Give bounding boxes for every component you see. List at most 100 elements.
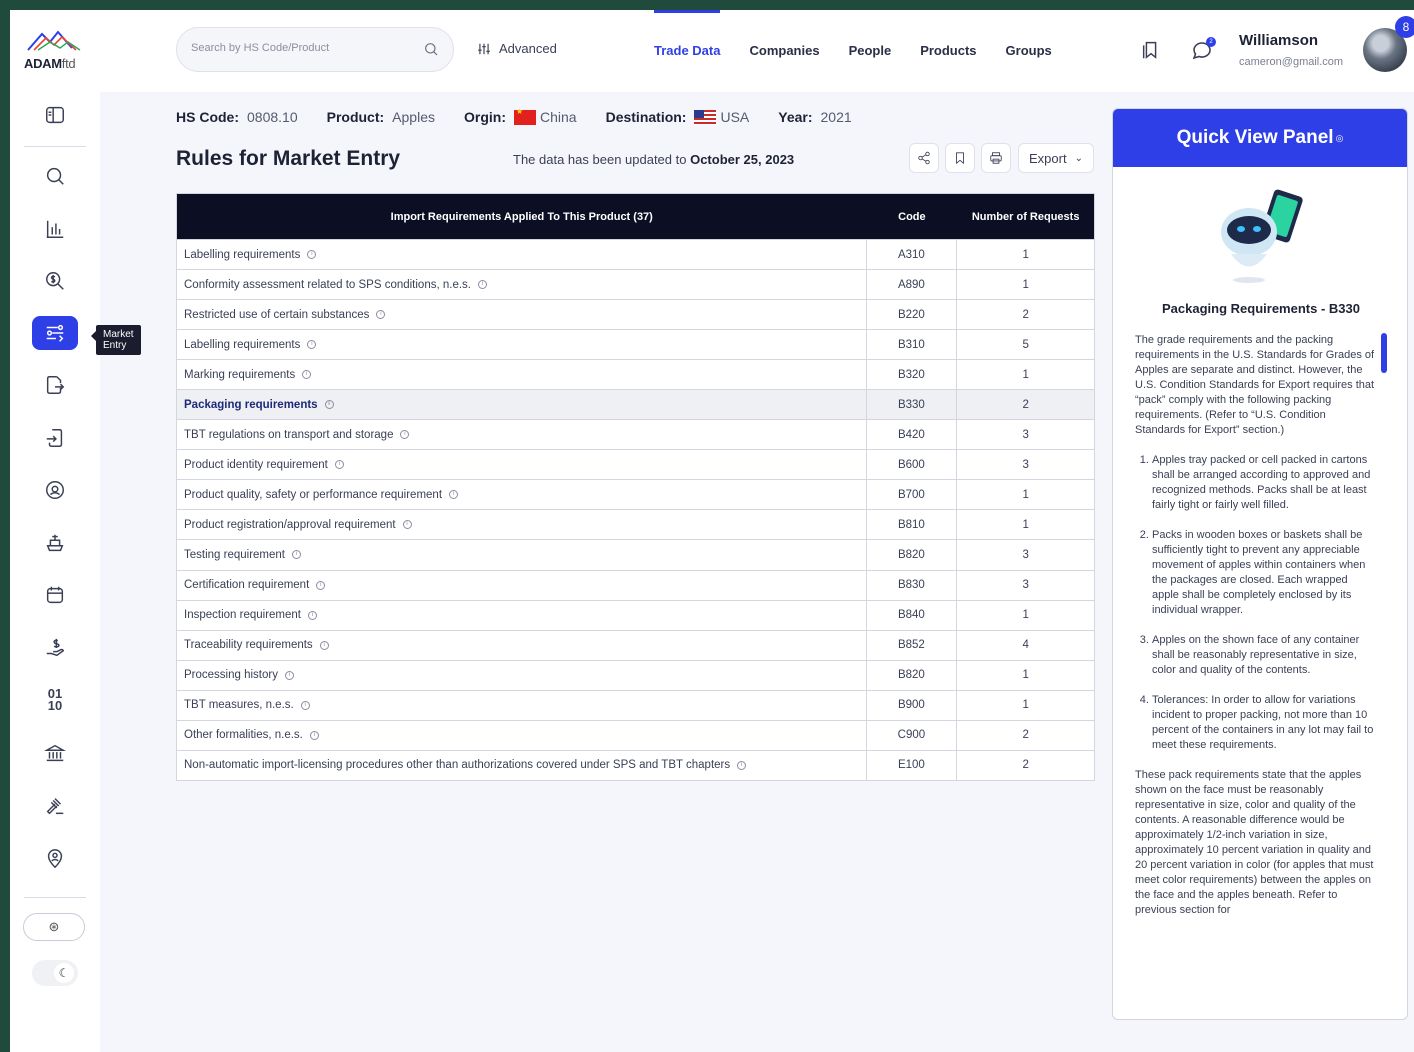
table-row[interactable]: Non-automatic import-licensing procedure… [177, 749, 1094, 780]
share-button[interactable] [909, 143, 939, 173]
nav-groups[interactable]: Groups [1006, 10, 1052, 92]
code-cell: E100 [867, 750, 958, 780]
quick-view-closing: These pack requirements state that the a… [1135, 769, 1374, 916]
info-icon[interactable]: ◎ [1336, 133, 1344, 144]
info-icon[interactable]: i [292, 550, 301, 560]
info-icon[interactable]: i [478, 280, 487, 290]
column-header-requests[interactable]: Number of Requests [957, 194, 1094, 239]
table-row[interactable]: Inspection requirement i B840 1 [177, 599, 1094, 630]
support-button[interactable]: ⊛ [23, 913, 85, 941]
info-icon[interactable]: i [324, 400, 334, 410]
table-body: Labelling requirements i A310 1 Conformity a… [177, 239, 1094, 780]
search-input[interactable] [191, 42, 411, 54]
requirement-name: TBT measures, n.e.s. [184, 699, 294, 712]
info-icon[interactable]: i [284, 670, 294, 680]
nav-trade-data[interactable]: Trade Data [654, 10, 721, 92]
table-row[interactable]: TBT measures, n.e.s. i B900 1 [177, 689, 1094, 720]
updated-date: October 25, 2023 [690, 152, 795, 167]
table-row[interactable]: Testing requirement i B820 3 [177, 539, 1094, 570]
info-icon[interactable]: i [400, 430, 410, 440]
info-icon[interactable]: i [307, 250, 317, 260]
search-icon[interactable] [32, 159, 78, 193]
logo[interactable]: ADAMftd [24, 28, 86, 72]
import-doc-icon[interactable] [32, 421, 78, 455]
nav-people[interactable]: People [849, 10, 892, 92]
requirement-name: Packaging requirements [184, 398, 318, 411]
market-entry-tooltip: Market Entry [91, 325, 141, 355]
column-header-requirement[interactable]: Import Requirements Applied To This Prod… [177, 194, 867, 239]
table-row[interactable]: Other formalities, n.e.s. i C900 2 [177, 719, 1094, 750]
quick-view-title: Quick View Panel [1176, 127, 1334, 148]
info-icon[interactable]: i [300, 700, 310, 710]
table-row[interactable]: Product registration/approval requiremen… [177, 509, 1094, 540]
code-cell: B852 [867, 630, 958, 660]
requirement-name: Testing requirement [184, 548, 285, 561]
top-header: Advanced Trade Data Companies People Pro… [100, 10, 1414, 92]
requirement-cell: Inspection requirement i [177, 600, 867, 630]
nav-companies[interactable]: Companies [749, 10, 819, 92]
table-row[interactable]: Conformity assessment related to SPS con… [177, 269, 1094, 300]
binary-icon[interactable]: 01 10 [32, 683, 78, 717]
info-icon[interactable]: i [307, 610, 317, 620]
advanced-filter-button[interactable]: Advanced [477, 41, 557, 56]
search-icon[interactable] [423, 41, 439, 57]
table-row[interactable]: Restricted use of certain substances i B22… [177, 299, 1094, 330]
bank-icon[interactable] [32, 736, 78, 770]
dollar-search-icon[interactable] [32, 264, 78, 298]
person-location-icon[interactable] [32, 842, 78, 876]
info-icon[interactable]: i [376, 310, 386, 320]
code-cell: B820 [867, 540, 958, 570]
print-button[interactable] [981, 143, 1011, 173]
column-header-code[interactable]: Code [867, 194, 958, 239]
code-cell: C900 [867, 720, 958, 750]
info-icon[interactable]: i [402, 520, 412, 530]
user-name[interactable]: Williamson [1239, 32, 1318, 49]
code-cell: B320 [867, 360, 958, 390]
info-icon[interactable]: i [737, 760, 747, 770]
bookmarks-icon[interactable] [1140, 38, 1162, 62]
table-row[interactable]: Packaging requirements i B330 2 [177, 389, 1094, 420]
location-icon[interactable] [32, 473, 78, 507]
sidebar-panel-icon[interactable] [32, 98, 78, 132]
table-row[interactable]: Traceability requirements i B852 4 [177, 629, 1094, 660]
info-icon[interactable]: i [319, 640, 329, 650]
hand-dollar-icon[interactable] [32, 631, 78, 665]
requests-cell: 5 [1022, 338, 1029, 351]
list-item: Packs in wooden boxes or baskets shall b… [1152, 528, 1375, 618]
table-row[interactable]: TBT regulations on transport and storage… [177, 419, 1094, 450]
requirement-cell: Testing requirement i [177, 540, 867, 570]
table-row[interactable]: Certification requirement i B830 3 [177, 569, 1094, 600]
ship-icon[interactable] [32, 526, 78, 560]
gavel-icon[interactable] [32, 789, 78, 823]
table-row[interactable]: Marking requirements i B320 1 [177, 359, 1094, 390]
quick-view-header: Quick View Panel ◎ [1113, 109, 1407, 167]
dark-mode-toggle[interactable]: ☾ [32, 960, 78, 986]
code-cell: B810 [867, 510, 958, 540]
table-row[interactable]: Product quality, safety or performance r… [177, 479, 1094, 510]
info-icon[interactable]: i [449, 490, 459, 500]
export-doc-icon[interactable] [32, 368, 78, 402]
table-row[interactable]: Product identity requirement i B600 3 [177, 449, 1094, 480]
requests-cell: 2 [1022, 398, 1029, 411]
info-icon[interactable]: i [309, 730, 319, 740]
table-row[interactable]: Labelling requirements i A310 1 [177, 239, 1094, 270]
requests-cell: 2 [1022, 308, 1029, 321]
export-dropdown[interactable]: Export ⌄ [1018, 143, 1094, 173]
info-icon[interactable]: i [307, 340, 317, 350]
requirement-cell: TBT regulations on transport and storage… [177, 420, 867, 450]
quick-view-scrollbar[interactable] [1381, 333, 1387, 373]
nav-products[interactable]: Products [920, 10, 976, 92]
table-row[interactable]: Processing history i B820 1 [177, 659, 1094, 690]
requirement-name: Labelling requirements [184, 338, 301, 351]
bar-chart-icon[interactable] [32, 212, 78, 246]
calendar-icon[interactable] [32, 578, 78, 612]
table-row[interactable]: Labelling requirements i B310 5 [177, 329, 1094, 360]
requirement-name: Other formalities, n.e.s. [184, 729, 303, 742]
info-icon[interactable]: i [302, 370, 312, 380]
info-icon[interactable]: i [334, 460, 344, 470]
sliders-icon [478, 43, 490, 54]
market-entry-icon[interactable] [32, 316, 78, 350]
bookmark-button[interactable] [945, 143, 975, 173]
info-icon[interactable]: i [316, 580, 326, 590]
sidebar: ADAMftd Market Entry 01 10 ⊛ ☾ [10, 10, 141, 1052]
